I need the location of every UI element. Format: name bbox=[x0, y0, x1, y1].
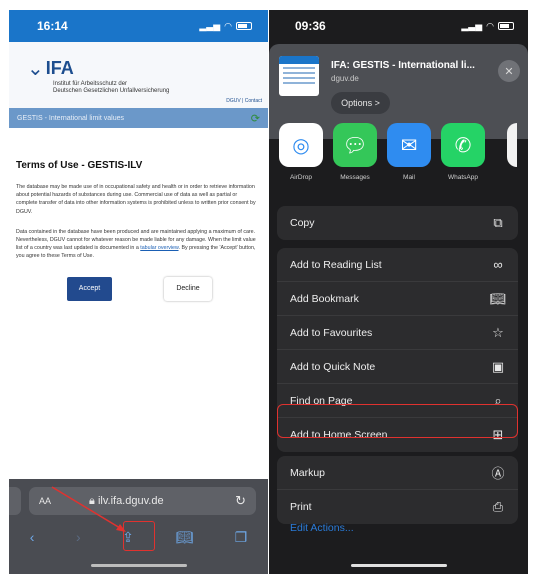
ifa-logo[interactable]: ⌄ IFA bbox=[27, 56, 268, 81]
right-phone-screen: 09:36 ▂▃▅ ◠ IFA: GESTIS - International … bbox=[269, 10, 528, 574]
accept-button[interactable]: Accept bbox=[67, 276, 112, 301]
status-icons-right: ▂▃▅ ◠ bbox=[461, 21, 514, 32]
app-label: WhatsApp bbox=[448, 174, 478, 181]
status-icons: ▂▃▅ ◠ bbox=[199, 21, 252, 32]
share-highlight-box bbox=[123, 521, 155, 551]
app-airdrop[interactable]: ◎ AirDrop bbox=[279, 123, 323, 195]
app-messages[interactable]: 💬︎ Messages bbox=[333, 123, 377, 195]
bookmarks-icon[interactable]: 📖︎ bbox=[175, 529, 193, 546]
action-add-favourites[interactable]: Add to Favourites ☆ bbox=[277, 316, 518, 350]
app-label: AirDrop bbox=[289, 174, 313, 181]
action-reading-list[interactable]: Add to Reading List ∞ bbox=[277, 248, 518, 282]
copy-group: Copy ⧉ bbox=[277, 206, 518, 240]
markup-icon: Ⓐ bbox=[491, 466, 505, 481]
share-page-domain: dguv.de bbox=[331, 74, 359, 83]
copy-icon: ⧉ bbox=[493, 215, 503, 230]
site-header: ⌄ IFA Institut für Arbeitsschutz der Deu… bbox=[9, 42, 268, 108]
status-time-right: 09:36 bbox=[295, 19, 326, 33]
left-phone-screen: 16:14 ▂▃▅ ◠ ⌄ IFA Institut für Arbeitssc… bbox=[9, 10, 268, 574]
home-indicator bbox=[91, 564, 187, 567]
signal-icon: ▂▃▅ bbox=[461, 20, 483, 31]
safari-bottom-bar: AA 🔒︎ ilv.ifa.dguv.de ↻ ‹ › ⇪ 📖︎ ❐ bbox=[9, 479, 268, 574]
consent-buttons: Accept Decline bbox=[67, 276, 268, 301]
action-label: Add to Favourites bbox=[290, 326, 373, 339]
glasses-icon: ∞ bbox=[493, 257, 503, 272]
action-quick-note[interactable]: Add to Quick Note ▣ bbox=[277, 350, 518, 384]
previous-tab-stub[interactable] bbox=[9, 487, 21, 515]
action-add-bookmark[interactable]: Add Bookmark 📖︎ bbox=[277, 282, 518, 316]
action-label: Print bbox=[290, 501, 312, 513]
tabs-icon[interactable]: ❐ bbox=[235, 529, 248, 546]
address-bar[interactable]: AA 🔒︎ ilv.ifa.dguv.de ↻ bbox=[29, 487, 256, 515]
app-more-partial[interactable] bbox=[495, 123, 528, 195]
lock-icon: 🔒︎ bbox=[89, 494, 98, 507]
gestis-bar-title: GESTIS - International limit values bbox=[17, 114, 124, 122]
action-label: Copy bbox=[290, 217, 315, 229]
terms-paragraph-1: The database may be made use of in occup… bbox=[16, 184, 256, 215]
url-value: ilv.ifa.dguv.de bbox=[97, 494, 164, 507]
logo-text: IFA bbox=[45, 58, 74, 78]
reader-aa-button[interactable]: AA bbox=[39, 496, 51, 506]
page-thumbnail bbox=[279, 56, 319, 96]
url-text: 🔒︎ ilv.ifa.dguv.de bbox=[89, 495, 235, 508]
share-page-title: IFA: GESTIS - International li... bbox=[331, 60, 475, 71]
markup-print-group: Markup Ⓐ Print ⎙ bbox=[277, 456, 518, 524]
star-icon: ☆ bbox=[492, 324, 504, 340]
status-bar: 16:14 ▂▃▅ ◠ bbox=[9, 10, 268, 42]
home-indicator-right bbox=[351, 564, 447, 567]
close-icon[interactable]: ✕ bbox=[498, 60, 520, 82]
status-bar-right: 09:36 ▂▃▅ ◠ bbox=[269, 10, 528, 42]
forward-icon[interactable]: › bbox=[76, 529, 81, 545]
action-markup[interactable]: Markup Ⓐ bbox=[277, 456, 518, 490]
quick-note-icon: ▣ bbox=[491, 358, 505, 374]
app-label: Messages bbox=[340, 174, 370, 181]
edit-actions-link[interactable]: Edit Actions... bbox=[290, 522, 354, 534]
share-apps-row: ◎ AirDrop 💬︎ Messages ✉ Mail ✆ WhatsApp bbox=[269, 123, 528, 195]
airdrop-icon: ◎ bbox=[279, 123, 323, 167]
app-label: Mail bbox=[403, 174, 415, 181]
back-icon[interactable]: ‹ bbox=[30, 529, 35, 545]
action-label: Add Bookmark bbox=[290, 292, 359, 305]
reload-icon[interactable]: ↻ bbox=[235, 493, 246, 509]
wifi-icon: ◠ bbox=[224, 20, 232, 31]
app-mail[interactable]: ✉ Mail bbox=[387, 123, 431, 195]
signal-icon: ▂▃▅ bbox=[199, 20, 221, 31]
terms-title: Terms of Use - GESTIS-ILV bbox=[16, 160, 143, 171]
battery-icon bbox=[236, 22, 252, 30]
app-whatsapp[interactable]: ✆ WhatsApp bbox=[441, 123, 485, 195]
action-copy[interactable]: Copy ⧉ bbox=[277, 206, 518, 240]
institute-name-line2: Deutschen Gesetzlichen Unfallversicherun… bbox=[53, 88, 170, 95]
action-label: Add to Reading List bbox=[290, 258, 382, 271]
mail-icon: ✉ bbox=[387, 123, 431, 167]
action-label: Add to Quick Note bbox=[290, 360, 376, 373]
book-icon: 📖︎ bbox=[489, 290, 507, 306]
decline-button[interactable]: Decline bbox=[164, 276, 212, 301]
home-screen-highlight-box bbox=[277, 404, 518, 438]
messages-icon: 💬︎ bbox=[333, 123, 377, 167]
whatsapp-icon: ✆ bbox=[441, 123, 485, 167]
partial-app-icon bbox=[506, 123, 517, 167]
status-time: 16:14 bbox=[37, 19, 68, 33]
printer-icon: ⎙ bbox=[492, 499, 504, 514]
terms-paragraph-2: Data contained in the database have been… bbox=[16, 228, 256, 261]
options-button[interactable]: Options > bbox=[331, 92, 390, 114]
wifi-icon: ◠ bbox=[486, 20, 494, 31]
dguv-contact-link[interactable]: DGUV | Contact bbox=[226, 98, 262, 104]
gestis-title-bar: GESTIS - International limit values ⟳ bbox=[9, 108, 268, 128]
institute-name-line1: Institut für Arbeitsschutz der bbox=[53, 81, 128, 87]
battery-icon bbox=[498, 22, 514, 30]
ifa-logo-icon: ⌄ bbox=[27, 58, 44, 80]
action-label: Markup bbox=[290, 466, 326, 479]
refresh-icon[interactable]: ⟳ bbox=[251, 112, 260, 125]
action-print[interactable]: Print ⎙ bbox=[277, 490, 518, 524]
tabular-overview-link[interactable]: tabular overview bbox=[140, 245, 178, 251]
